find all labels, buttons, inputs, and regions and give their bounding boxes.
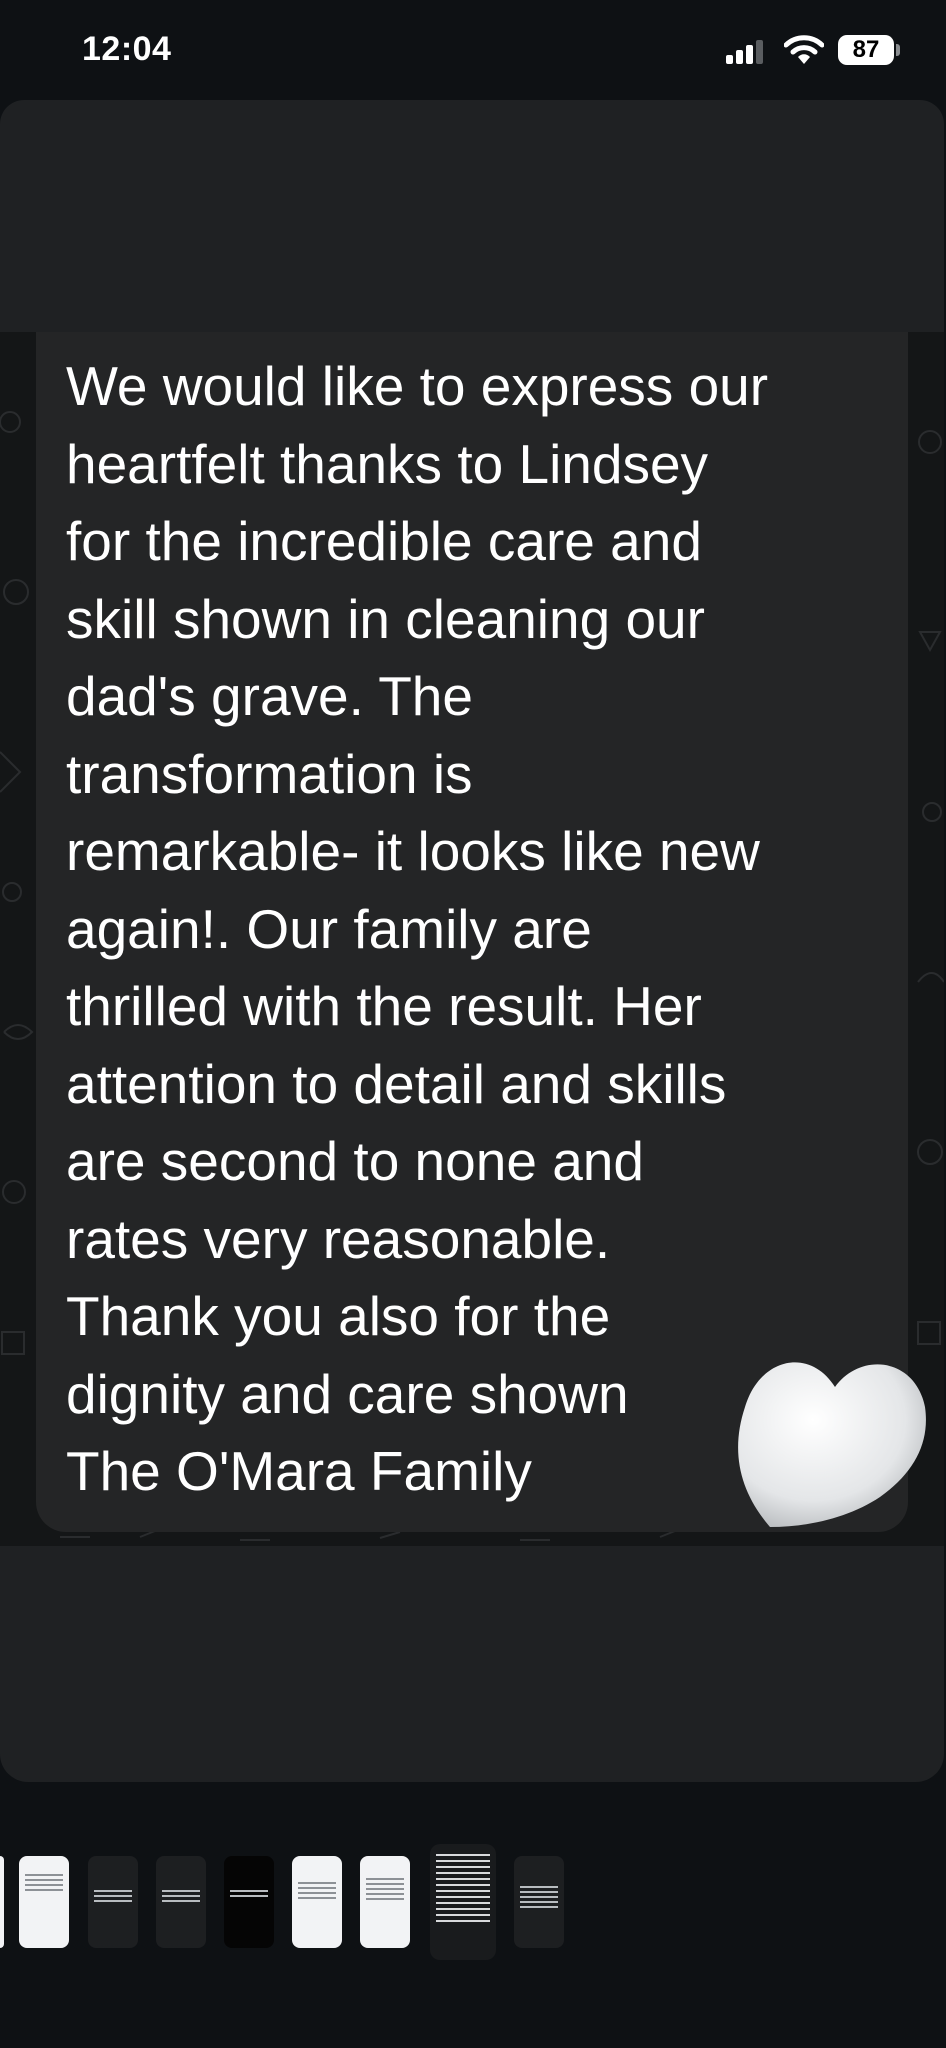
thumbnail[interactable]: [88, 1856, 138, 1948]
thumbnail[interactable]: [0, 1856, 4, 1948]
battery-icon: 87: [838, 35, 894, 65]
wifi-icon: [784, 35, 824, 64]
white-heart-icon: [738, 1362, 926, 1527]
thumbnail[interactable]: [19, 1856, 69, 1948]
photo-viewer-screen: 12:04 87 We would like to express our he…: [0, 0, 946, 2048]
thumbnail-selected[interactable]: [430, 1844, 496, 1960]
thumbnail[interactable]: [514, 1856, 564, 1948]
status-time: 12:04: [82, 30, 172, 68]
battery-tip: [896, 44, 900, 56]
thumbnail[interactable]: [156, 1856, 206, 1948]
status-bar: 12:04 87: [0, 0, 946, 100]
thumbnail-strip[interactable]: [0, 1844, 946, 1960]
chat-screenshot: We would like to express our heartfelt t…: [0, 332, 944, 1546]
cellular-signal-icon: [726, 40, 763, 64]
thumbnail[interactable]: [224, 1856, 274, 1948]
battery-level: 87: [852, 36, 880, 63]
photo-preview[interactable]: We would like to express our heartfelt t…: [0, 100, 944, 1782]
thumbnail[interactable]: [360, 1856, 410, 1948]
thumbnail[interactable]: [292, 1856, 342, 1948]
